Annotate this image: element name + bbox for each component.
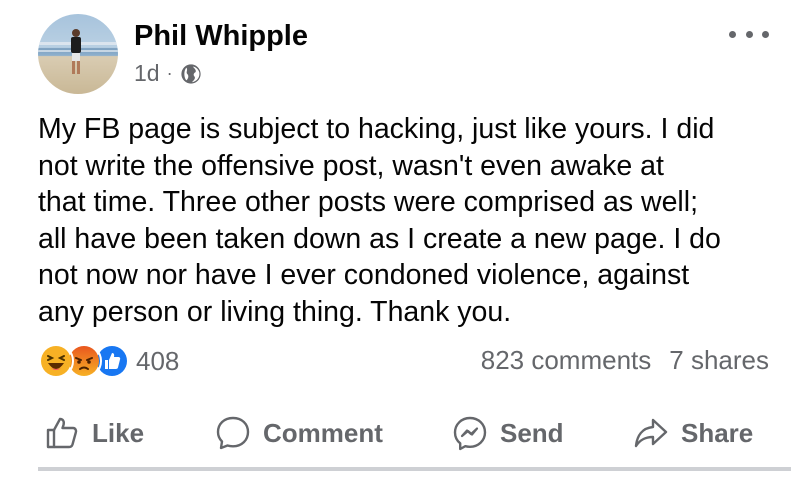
dot-icon bbox=[745, 30, 753, 38]
dot-icon bbox=[762, 30, 769, 38]
facebook-post: Phil Whipple 1d · My FB page is subject … bbox=[0, 0, 811, 479]
share-label: Share bbox=[681, 417, 754, 448]
comment-bubble-icon bbox=[216, 416, 250, 450]
dot-icon bbox=[729, 30, 736, 38]
like-button[interactable]: Like bbox=[44, 405, 144, 461]
post-meta: 1d · bbox=[134, 60, 202, 87]
comments-count-link[interactable]: 823 comments bbox=[481, 345, 652, 376]
haha-icon bbox=[38, 343, 74, 379]
share-button[interactable]: Share bbox=[633, 405, 753, 461]
post-time[interactable]: 1d bbox=[134, 60, 160, 87]
action-bar: Like Comment Send Share bbox=[0, 405, 811, 461]
send-label: Send bbox=[500, 417, 564, 448]
engagement-stats: 823 comments 7 shares bbox=[481, 345, 769, 376]
reactions-summary[interactable]: 408 bbox=[38, 343, 179, 379]
reaction-count: 408 bbox=[136, 345, 180, 376]
meta-separator: · bbox=[166, 63, 173, 83]
globe-icon[interactable] bbox=[180, 63, 202, 85]
thumbs-up-icon bbox=[46, 417, 78, 449]
avatar-photo bbox=[38, 29, 118, 74]
send-button[interactable]: Send bbox=[452, 405, 564, 461]
more-options-button[interactable] bbox=[729, 24, 769, 44]
messenger-icon bbox=[453, 416, 487, 451]
post-divider bbox=[38, 467, 791, 471]
comment-label: Comment bbox=[263, 417, 383, 448]
avatar[interactable] bbox=[38, 14, 118, 94]
shares-count-link[interactable]: 7 shares bbox=[669, 345, 769, 376]
share-arrow-icon bbox=[634, 418, 668, 448]
like-label: Like bbox=[92, 417, 145, 448]
author-name[interactable]: Phil Whipple bbox=[134, 20, 308, 53]
comment-button[interactable]: Comment bbox=[215, 405, 383, 461]
post-text: My FB page is subject to hacking, just l… bbox=[38, 113, 721, 328]
